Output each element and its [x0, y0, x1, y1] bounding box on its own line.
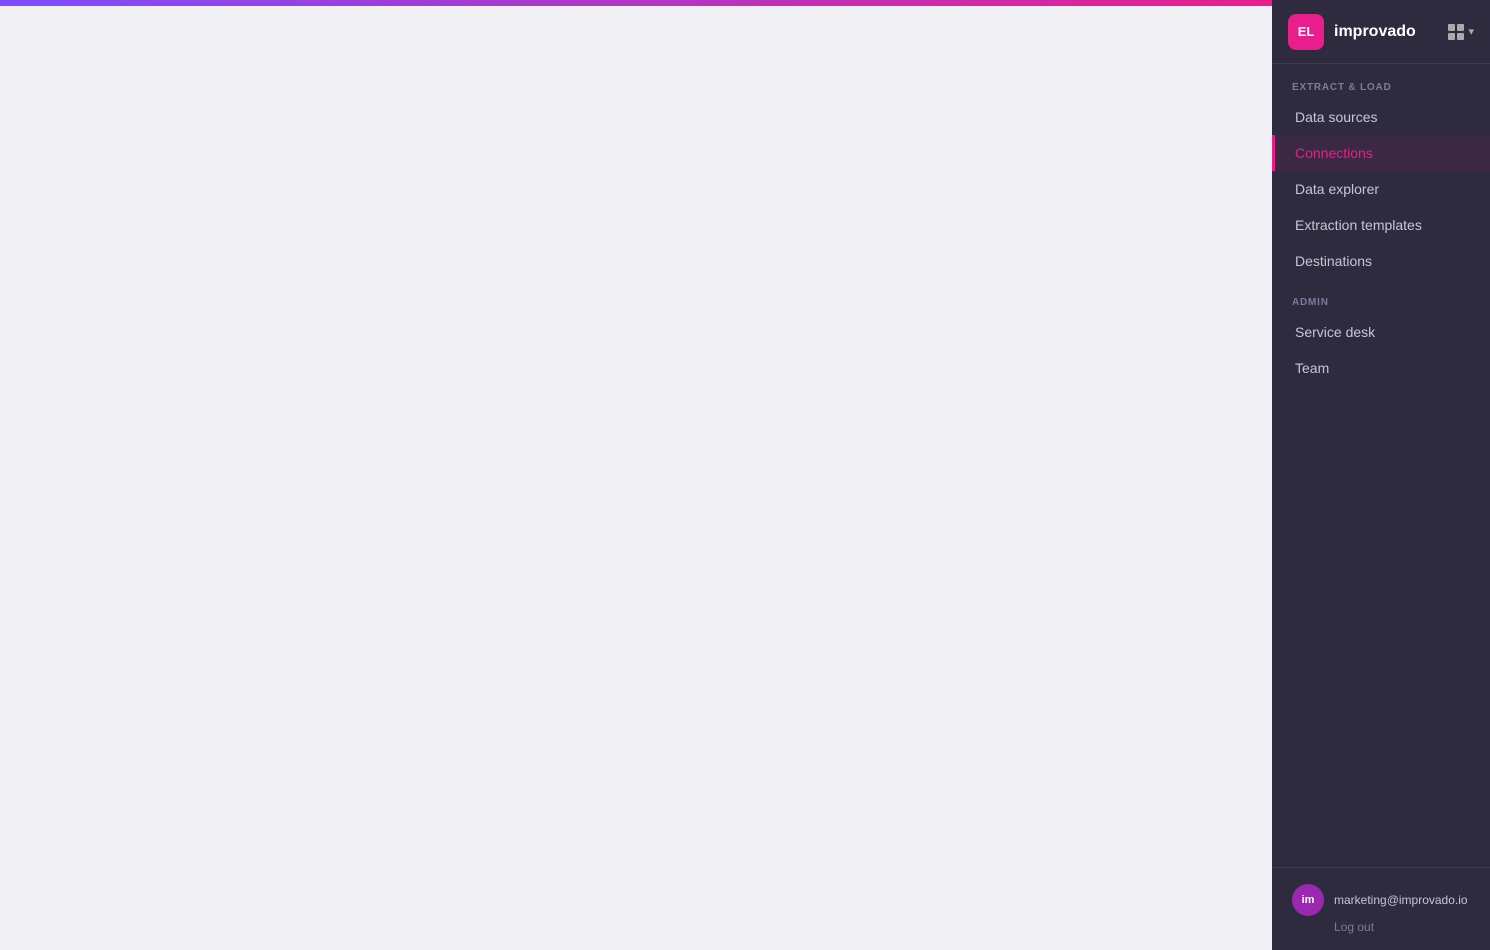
sidebar-item-destinations[interactable]: Destinations: [1272, 243, 1490, 279]
user-email: marketing@improvado.io: [1334, 893, 1468, 907]
admin-label: ADMIN: [1272, 279, 1490, 314]
sidebar-item-label: Service desk: [1295, 324, 1375, 340]
sidebar-item-data-explorer[interactable]: Data explorer: [1272, 171, 1490, 207]
extract-load-label: EXTRACT & LOAD: [1272, 64, 1490, 99]
logout-link[interactable]: Log out: [1292, 920, 1470, 934]
sidebar-item-extraction-templates[interactable]: Extraction templates: [1272, 207, 1490, 243]
logo-text: improvado: [1334, 23, 1416, 41]
sidebar-item-label: Data sources: [1295, 109, 1377, 125]
sidebar-footer: im marketing@improvado.io Log out: [1272, 867, 1490, 950]
sidebar-item-label: Team: [1295, 360, 1329, 376]
sidebar-item-label: Connections: [1295, 145, 1373, 161]
avatar: im: [1292, 884, 1324, 916]
user-row: im marketing@improvado.io: [1292, 884, 1470, 916]
logo-badge: EL: [1288, 14, 1324, 50]
sidebar-item-label: Data explorer: [1295, 181, 1379, 197]
sidebar-item-service-desk[interactable]: Service desk: [1272, 314, 1490, 350]
sidebar-item-data-sources[interactable]: Data sources: [1272, 99, 1490, 135]
sidebar-item-label: Destinations: [1295, 253, 1372, 269]
sidebar-item-team[interactable]: Team: [1272, 350, 1490, 386]
sidebar-item-connections[interactable]: Connections: [1272, 135, 1490, 171]
sidebar-header: EL improvado ▾: [1272, 0, 1490, 64]
grid-icon[interactable]: ▾: [1448, 24, 1474, 40]
accent-bar: [0, 0, 1272, 6]
sidebar-item-label: Extraction templates: [1295, 217, 1422, 233]
sidebar: EL improvado ▾ EXTRACT & LOAD Data sourc…: [1272, 0, 1490, 950]
